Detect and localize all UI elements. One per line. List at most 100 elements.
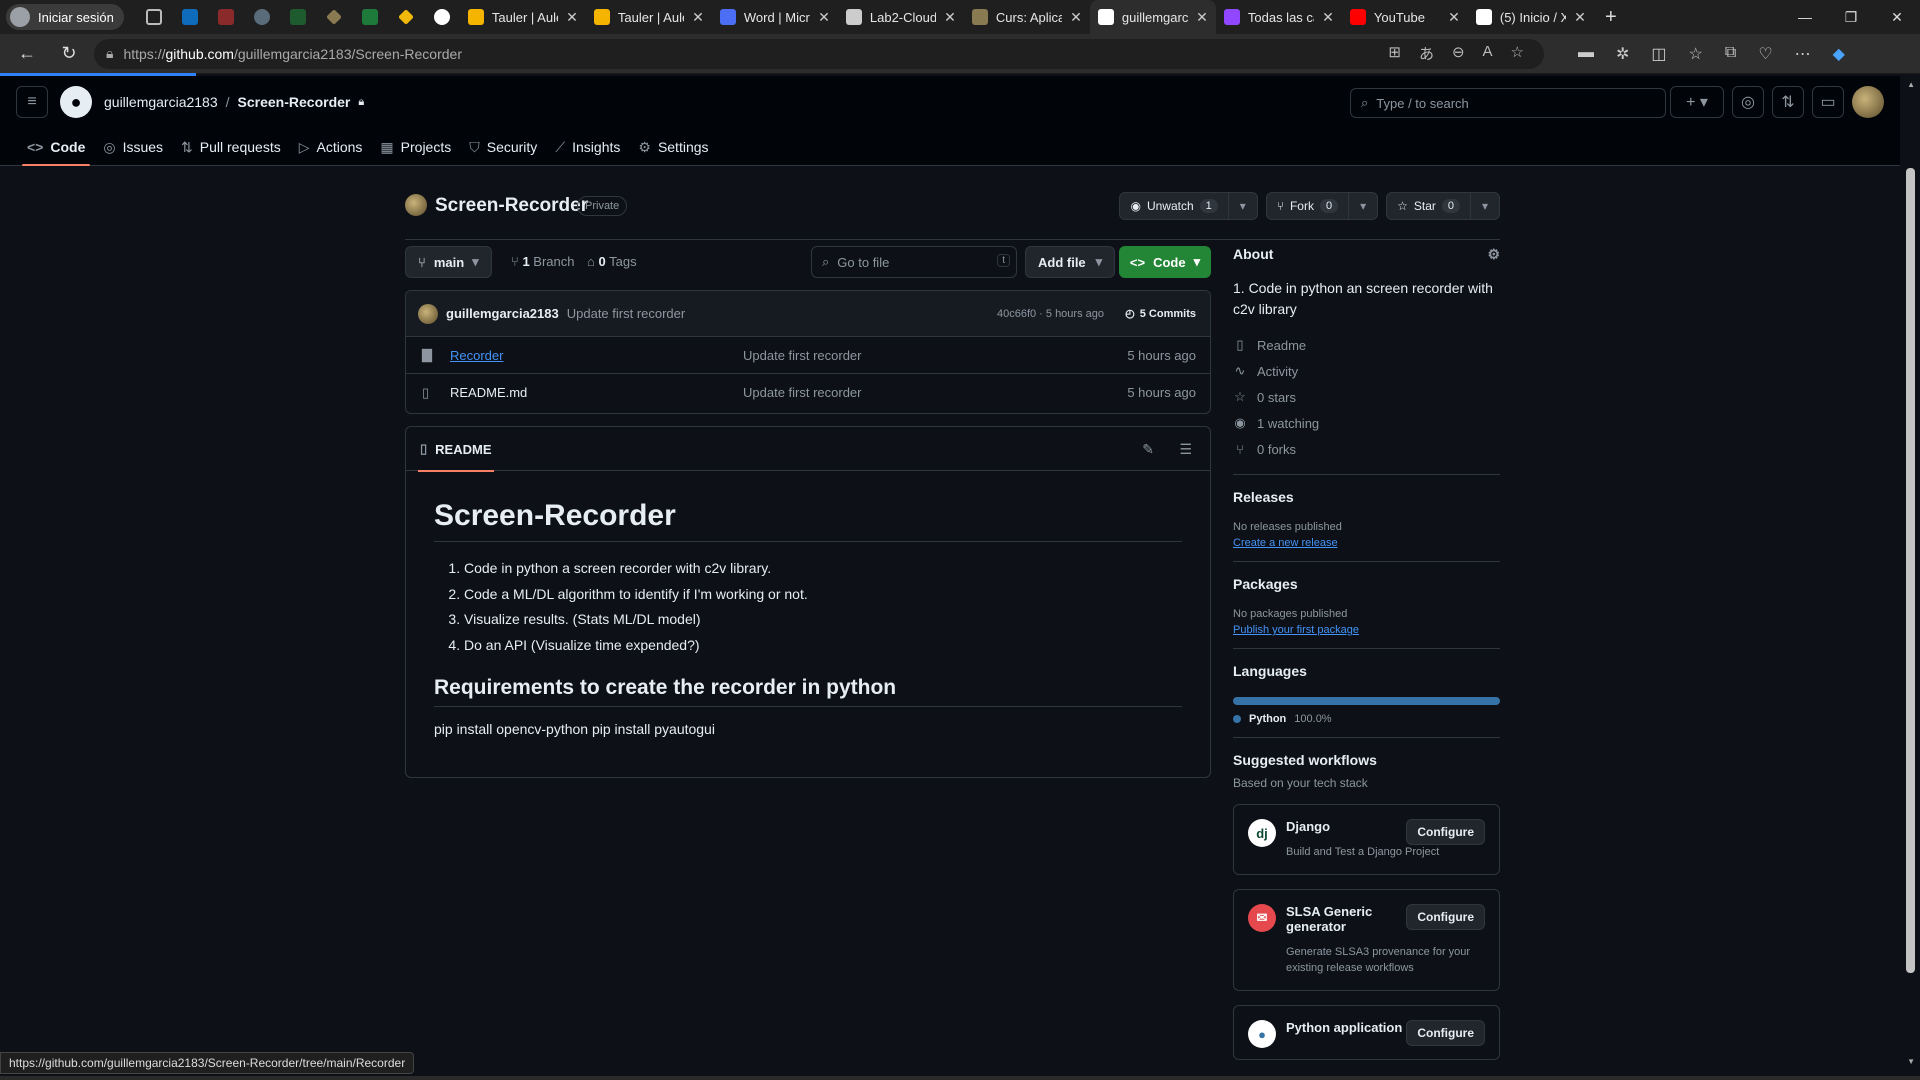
tab-settings[interactable]: ⚙ Settings [629, 128, 717, 166]
star-button[interactable]: ☆ Star 0 ▾ [1386, 192, 1500, 220]
create-new-button[interactable]: + ▾ [1670, 86, 1724, 118]
copilot-icon[interactable]: ◆ [1833, 44, 1845, 64]
tab-projects[interactable]: ▦ Projects [371, 128, 460, 166]
browser-tab[interactable]: guillemgarcia ✕ [1089, 0, 1216, 34]
browser-tab[interactable]: Todas las ca ✕ [1216, 0, 1342, 34]
file-name[interactable]: README.md [450, 385, 527, 400]
extensions-icon[interactable]: ✲ [1616, 44, 1629, 64]
file-row[interactable]: ▯ README.md Update first recorder 5 hours a… [406, 374, 1210, 411]
breadcrumb-owner[interactable]: guillemgarcia2183 [104, 94, 218, 110]
commit-hash[interactable]: 40c66f0 · 5 hours ago [997, 308, 1104, 320]
breadcrumb-repo[interactable]: Screen-Recorder [238, 94, 351, 110]
translate-icon[interactable]: あ [1419, 43, 1434, 64]
branches-link[interactable]: ⑂ 1 Branch [511, 254, 575, 269]
restore-icon[interactable]: ❐ [1828, 0, 1874, 34]
more-menu-icon[interactable]: ⋯ [1795, 44, 1811, 64]
tab-issues[interactable]: ◎ Issues [94, 128, 172, 166]
gear-icon[interactable]: ⚙ [1487, 246, 1500, 263]
about-link-activity[interactable]: ∿ Activity [1233, 358, 1500, 384]
inbox-icon[interactable]: ▭ [1812, 86, 1844, 118]
close-tab-icon[interactable]: ✕ [1070, 9, 1082, 26]
pinned-tab-check[interactable] [244, 0, 280, 34]
browser-tab[interactable]: Lab2-Cloud ✕ [838, 0, 964, 34]
commit-author[interactable]: guillemgarcia2183 [446, 306, 559, 321]
pinned-tab-outlook[interactable] [172, 0, 208, 34]
browser-tab[interactable]: (5) Inicio / X ✕ [1468, 0, 1594, 34]
split-screen-icon[interactable]: ◫ [1651, 44, 1666, 64]
tags-link[interactable]: ⌂ 0 Tags [587, 254, 637, 269]
create-release-link[interactable]: Create a new release [1233, 537, 1500, 549]
readme-tab[interactable]: ▯ README [418, 427, 493, 472]
user-avatar[interactable] [1852, 86, 1884, 118]
search-input[interactable]: ⌕ Type / to search [1350, 88, 1666, 118]
read-aloud-icon[interactable]: A [1483, 43, 1493, 64]
configure-button[interactable]: Configure [1406, 1020, 1485, 1046]
minimize-icon[interactable]: — [1782, 0, 1828, 34]
file-row[interactable]: ▇ Recorder Update first recorder 5 hours ag… [406, 337, 1210, 374]
edit-pencil-icon[interactable]: ✎ [1142, 441, 1154, 458]
tab-insights[interactable]: ⟋ Insights [546, 128, 629, 166]
browser-tab[interactable]: Tauler | Aule ✕ [586, 0, 712, 34]
reload-icon[interactable]: ↻ [52, 39, 86, 69]
watch-button[interactable]: ◉ Unwatch 1 ▾ [1119, 192, 1258, 220]
publish-package-link[interactable]: Publish your first package [1233, 624, 1500, 636]
file-name-link[interactable]: Recorder [450, 348, 503, 363]
scrollbar-thumb[interactable] [1906, 168, 1915, 973]
file-commit-message[interactable]: Update first recorder [743, 348, 862, 363]
profile-button[interactable]: Iniciar sesión [6, 4, 124, 30]
about-link-readme[interactable]: ▯ Readme [1233, 332, 1500, 358]
commit-message[interactable]: Update first recorder [567, 306, 686, 321]
chevron-down-icon[interactable]: ▾ [1471, 199, 1499, 213]
browser-tab[interactable]: Tauler | Aule ✕ [460, 0, 586, 34]
issues-icon[interactable]: ◎ [1732, 86, 1764, 118]
code-button[interactable]: <> Code ▾ [1119, 246, 1211, 278]
favorite-star-icon[interactable]: ☆ [1511, 43, 1524, 64]
back-icon[interactable]: ← [10, 39, 44, 69]
pinned-tab-binance[interactable] [388, 0, 424, 34]
pull-requests-icon[interactable]: ⇅ [1772, 86, 1804, 118]
close-tab-icon[interactable]: ✕ [944, 9, 956, 26]
language-python[interactable]: Python 100.0% [1233, 713, 1500, 725]
browser-tab[interactable]: Curs: Aplicac ✕ [964, 0, 1090, 34]
browser-essentials-icon[interactable]: ♡ [1758, 44, 1772, 64]
favorites-icon[interactable]: ☆ [1689, 44, 1703, 64]
packages-heading[interactable]: Packages [1233, 576, 1500, 596]
branch-selector[interactable]: ⑂ main ▾ [405, 246, 492, 278]
pinned-tab-red[interactable] [208, 0, 244, 34]
pinned-tab-chatgpt[interactable] [424, 0, 460, 34]
releases-heading[interactable]: Releases [1233, 489, 1500, 509]
tab-pull-requests[interactable]: ⇅ Pull requests [172, 128, 290, 166]
app-available-icon[interactable]: ⊞ [1388, 43, 1401, 64]
workspaces-icon[interactable] [136, 0, 172, 34]
close-tab-icon[interactable]: ✕ [1322, 9, 1334, 26]
close-tab-icon[interactable]: ✕ [692, 9, 704, 26]
file-commit-message[interactable]: Update first recorder [743, 385, 862, 400]
url-bar[interactable]: 🔒︎ https://github.com/guillemgarcia2183/… [94, 38, 1544, 69]
github-logo-icon[interactable]: ● [60, 86, 92, 118]
chevron-down-icon[interactable]: ▾ [1349, 199, 1377, 213]
extension-flag-icon[interactable]: ▬ [1578, 44, 1594, 64]
pinned-tab-excel[interactable] [352, 0, 388, 34]
close-tab-icon[interactable]: ✕ [566, 9, 578, 26]
tab-security[interactable]: ⛉ Security [460, 128, 546, 166]
close-tab-icon[interactable]: ✕ [1196, 9, 1208, 26]
configure-button[interactable]: Configure [1406, 819, 1485, 845]
configure-button[interactable]: Configure [1406, 904, 1485, 930]
pinned-tab-green[interactable] [280, 0, 316, 34]
about-link-stars[interactable]: ☆ 0 stars [1233, 384, 1500, 410]
fork-button[interactable]: ⑂ Fork 0 ▾ [1265, 192, 1379, 220]
close-window-icon[interactable]: ✕ [1874, 0, 1920, 34]
new-tab-button[interactable]: + [1594, 6, 1628, 29]
collections-icon[interactable]: ⧉ [1725, 44, 1736, 64]
zoom-icon[interactable]: ⊖ [1452, 43, 1465, 64]
browser-tab[interactable]: Word | Micro ✕ [712, 0, 838, 34]
outline-list-icon[interactable]: ☰ [1179, 441, 1192, 458]
browser-tab[interactable]: YouTube ✕ [1342, 0, 1468, 34]
page-scrollbar[interactable]: ▲ ▼ [1900, 76, 1920, 1080]
pinned-tab-diamond[interactable] [316, 0, 352, 34]
about-link-forks[interactable]: ⑂ 0 forks [1233, 436, 1500, 462]
tab-actions[interactable]: ▷ Actions [290, 128, 372, 166]
add-file-button[interactable]: Add file ▾ [1025, 246, 1116, 278]
file-name[interactable]: Recorder [450, 348, 503, 363]
go-to-file-input[interactable]: ⌕ Go to file t [811, 246, 1017, 278]
